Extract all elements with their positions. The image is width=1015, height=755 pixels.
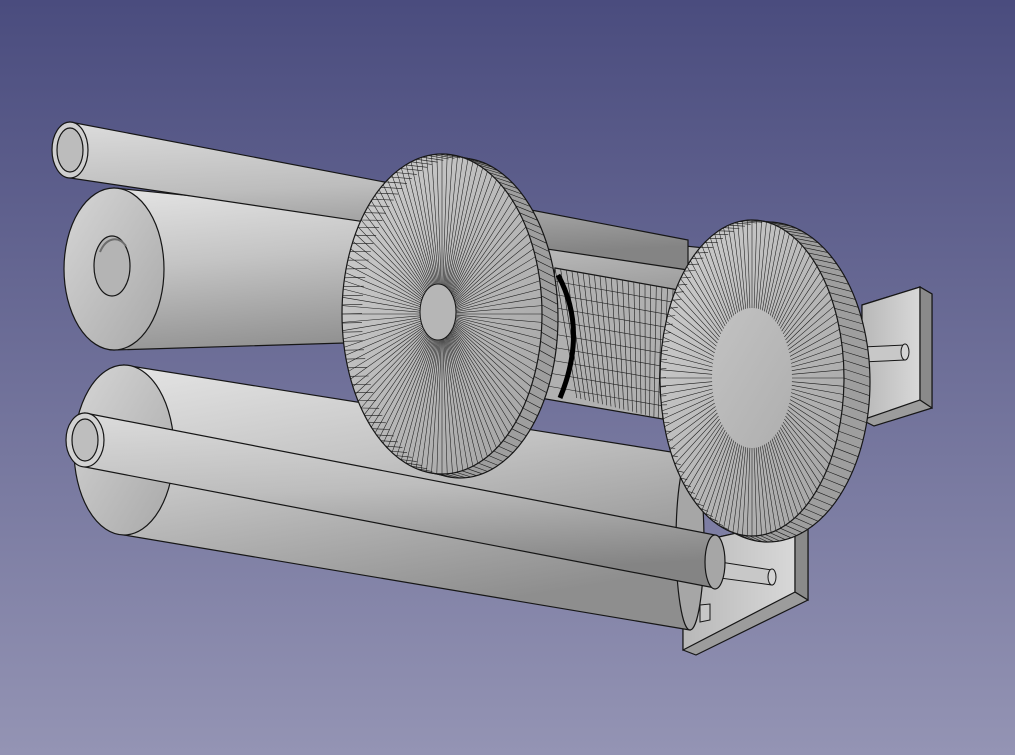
front-disc-hub xyxy=(419,283,457,341)
rear-flange-disc[interactable] xyxy=(659,219,871,543)
3d-scene[interactable] xyxy=(0,0,1015,755)
front-flange-disc[interactable] xyxy=(341,153,559,479)
3d-viewport[interactable] xyxy=(0,0,1015,755)
